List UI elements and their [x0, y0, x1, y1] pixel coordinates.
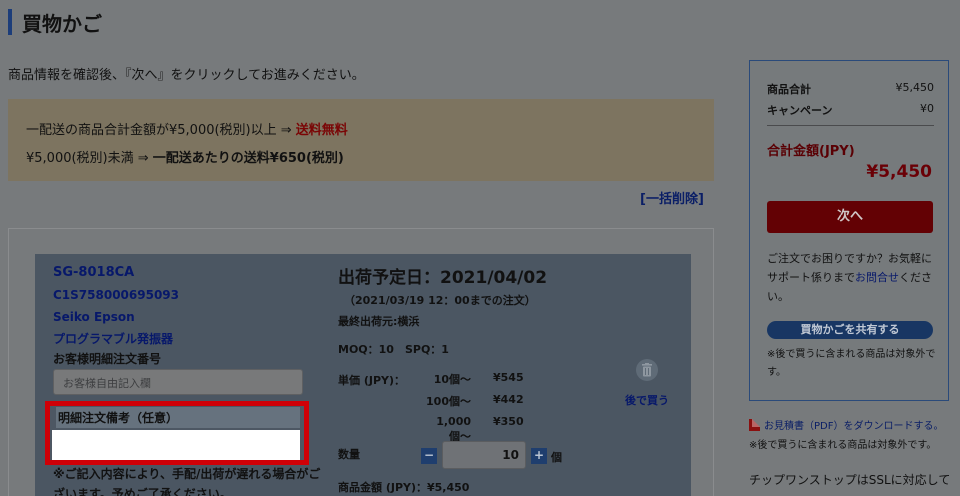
- tier-price: ¥442: [493, 393, 524, 406]
- intro-text: 商品情報を確認後、『次へ』をクリックしてお進みください。: [8, 68, 365, 83]
- tier-qty: 10個〜: [433, 373, 471, 386]
- page-title: 買物かご: [22, 11, 102, 36]
- customer-order-input[interactable]: お客様自由記入欄: [53, 369, 303, 395]
- next-button[interactable]: 次へ: [767, 201, 933, 233]
- price-tier: 1,000個〜 ¥350: [415, 415, 535, 443]
- share-cart-button[interactable]: 買物かごを共有する: [767, 321, 933, 339]
- quantity-increase-button[interactable]: +: [531, 448, 547, 464]
- help-text: ご注文でお困りですか？お気軽にサポート係りまでお問合せください。: [767, 249, 937, 306]
- campaign-row: キャンペーン ¥0: [767, 102, 934, 118]
- shipping-threshold-text: 一配送の商品合計金額が¥5,000(税別)以上 ⇒: [26, 123, 296, 138]
- memo-note: ※ご記入内容により、手配/出荷が遅れる場合がございます。予めご了承ください。: [53, 467, 321, 496]
- trash-icon[interactable]: [636, 359, 658, 381]
- item-sku-link[interactable]: SG-8018CA: [53, 265, 134, 280]
- memo-label: 明細注文備考（任意）: [56, 407, 300, 428]
- shipping-line-2: ¥5,000(税別)未満 ⇒ 一配送あたりの送料¥650(税別): [26, 145, 714, 173]
- title-accent-bar: [8, 9, 12, 35]
- unit-price-label: 単価 (JPY)：: [338, 374, 406, 387]
- item-part-code-link[interactable]: C1S758000695093: [53, 288, 179, 302]
- share-note: ※後で買うに含まれる商品は対象外です。: [767, 349, 936, 378]
- save-for-later-link[interactable]: 後で買う: [625, 392, 669, 408]
- subtotal-value: ¥5,450: [895, 81, 935, 94]
- customer-order-label: お客様明細注文番号: [53, 352, 162, 366]
- ship-date: 出荷予定日：2021/04/02: [338, 268, 548, 288]
- quantity-label: 数量: [338, 448, 360, 461]
- price-tier: 100個〜 ¥442: [415, 393, 535, 415]
- tier-price: ¥545: [493, 371, 524, 384]
- quote-pdf-row: お見積書（PDF）をダウンロードする。: [749, 417, 943, 432]
- summary-divider: [767, 125, 934, 126]
- shipping-under-text: ¥5,000(税別)未満 ⇒: [26, 151, 153, 166]
- campaign-value: ¥0: [920, 102, 934, 115]
- page-header: 買物かご: [8, 8, 102, 36]
- pdf-icon: [749, 418, 760, 431]
- free-shipping-text: 送料無料: [295, 123, 348, 138]
- price-tiers: 10個〜 ¥545 100個〜 ¥442 1,000個〜 ¥350: [415, 371, 535, 443]
- trash-glyph: [642, 363, 652, 377]
- total-value: ¥5,450: [866, 162, 932, 182]
- item-amount: 商品金額 (JPY)：¥5,450: [338, 481, 470, 494]
- shipping-notice: 一配送の商品合計金額が¥5,000(税別)以上 ⇒ 送料無料 ¥5,000(税別…: [8, 99, 714, 181]
- cart-item-panel: SG-8018CA C1S758000695093 Seiko Epson プロ…: [8, 228, 714, 496]
- moq-spq: MOQ：10 SPQ：1: [338, 343, 449, 356]
- subtotal-label: 商品合計: [767, 83, 811, 96]
- subtotal-row: 商品合計 ¥5,450: [767, 81, 934, 97]
- contact-link[interactable]: お問合せ: [855, 271, 899, 284]
- tier-price: ¥350: [493, 415, 524, 428]
- item-category-link[interactable]: プログラマブル発振器: [53, 330, 173, 347]
- quantity-decrease-button[interactable]: −: [421, 448, 437, 464]
- tier-qty: 100個〜: [426, 395, 471, 408]
- order-cutoff: （2021/03/19 12：00までの注文）: [344, 294, 536, 307]
- memo-highlight-frame: 明細注文備考（任意）: [45, 401, 309, 465]
- tier-qty: 1,000個〜: [436, 415, 471, 443]
- shipping-line-1: 一配送の商品合計金額が¥5,000(税別)以上 ⇒ 送料無料: [26, 117, 714, 145]
- ssl-note: チップワンストップはSSLに対応して: [749, 473, 951, 487]
- quantity-unit: 個: [551, 451, 562, 464]
- order-summary: 商品合計 ¥5,450 キャンペーン ¥0 合計金額(JPY) ¥5,450 次…: [749, 60, 949, 401]
- price-tier: 10個〜 ¥545: [415, 371, 535, 393]
- quantity-input[interactable]: 10: [442, 441, 526, 469]
- ship-origin: 最終出荷元:横浜: [338, 315, 420, 328]
- cart-item-card: SG-8018CA C1S758000695093 Seiko Epson プロ…: [35, 254, 691, 496]
- item-maker-link[interactable]: Seiko Epson: [53, 310, 135, 324]
- shipping-fee-text: 一配送あたりの送料¥650(税別): [152, 151, 344, 166]
- bulk-delete-link[interactable]: [一括削除]: [640, 188, 704, 207]
- memo-input[interactable]: [52, 430, 300, 460]
- quote-pdf-note: ※後で買うに含まれる商品は対象外です。: [749, 440, 937, 451]
- total-label: 合計金額(JPY): [767, 144, 855, 159]
- quote-pdf-link[interactable]: お見積書（PDF）をダウンロードする。: [764, 417, 943, 432]
- campaign-label: キャンペーン: [767, 104, 833, 117]
